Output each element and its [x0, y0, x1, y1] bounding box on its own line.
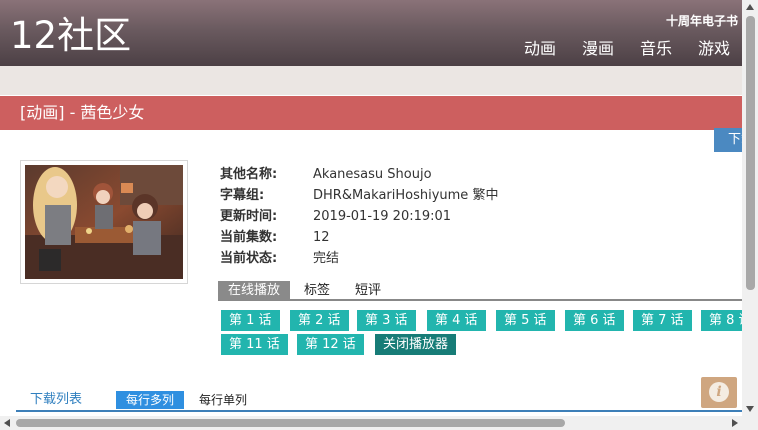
vertical-scrollbar-thumb[interactable] — [746, 16, 755, 290]
content-tabs: 在线播放 标签 短评 — [218, 281, 742, 301]
episode-button-7[interactable]: 第 7 话 — [633, 310, 692, 331]
site-logo[interactable]: 12社区 — [10, 14, 131, 58]
scroll-down-arrow-icon[interactable] — [745, 405, 755, 413]
scrollbar-corner — [742, 416, 758, 430]
nav-item-anime[interactable]: 动画 — [524, 38, 556, 60]
episode-button-2[interactable]: 第 2 话 — [290, 310, 349, 331]
tab-online-play[interactable]: 在线播放 — [218, 281, 291, 300]
episode-button-12[interactable]: 第 12 话 — [297, 334, 364, 355]
episode-button-8[interactable]: 第 8 话 — [701, 310, 742, 331]
info-value: Akanesasu Shoujo — [313, 167, 432, 182]
info-label: 当前状态: — [220, 251, 278, 266]
page-title: [动画] - 茜色少女 — [20, 103, 145, 122]
download-tab[interactable]: 下载 — [714, 128, 742, 152]
nav-item-music[interactable]: 音乐 — [640, 38, 672, 60]
info-label: 字幕组: — [220, 188, 265, 203]
episode-button-11[interactable]: 第 11 话 — [221, 334, 288, 355]
episode-button-5[interactable]: 第 5 话 — [496, 310, 555, 331]
episode-button-3[interactable]: 第 3 话 — [357, 310, 416, 331]
episode-button-1[interactable]: 第 1 话 — [221, 310, 280, 331]
info-label: 更新时间: — [220, 209, 278, 224]
download-list-heading: 下载列表 — [30, 392, 83, 407]
mode-multi-column-toggle[interactable]: 每行多列 — [116, 391, 185, 409]
page-title-bar: [动画] - 茜色少女 — [0, 96, 742, 130]
tab-short-reviews[interactable]: 短评 — [355, 281, 381, 300]
info-button[interactable]: i — [701, 377, 737, 408]
nav-item-games[interactable]: 游戏 — [698, 38, 730, 60]
scroll-right-arrow-icon[interactable] — [731, 418, 739, 428]
cover-illustration — [25, 165, 183, 279]
main-nav: 动画 漫画 音乐 游戏 — [498, 38, 730, 60]
info-value: 2019-01-19 20:19:01 — [313, 209, 452, 224]
info-value: 12 — [313, 230, 330, 245]
tab-tags[interactable]: 标签 — [304, 281, 330, 300]
close-player-button[interactable]: 关闭播放器 — [375, 334, 457, 355]
mode-single-column-toggle[interactable]: 每行单列 — [199, 391, 247, 409]
info-value: 完结 — [313, 251, 340, 266]
anniversary-ebook-link[interactable]: 十周年电子书 — [666, 12, 738, 29]
scroll-left-arrow-icon[interactable] — [3, 418, 11, 428]
episode-button-4[interactable]: 第 4 话 — [427, 310, 486, 331]
horizontal-scrollbar-thumb[interactable] — [16, 419, 565, 427]
page-viewport: 12社区 十周年电子书 动画 漫画 音乐 游戏 [动画] - 茜色少女 下载 — [0, 0, 742, 416]
site-header: 12社区 十周年电子书 动画 漫画 音乐 游戏 — [0, 0, 742, 66]
info-label: 当前集数: — [220, 230, 278, 245]
download-list-divider — [16, 410, 742, 412]
episode-button-6[interactable]: 第 6 话 — [565, 310, 624, 331]
header-spacer-band — [0, 66, 742, 95]
nav-item-manga[interactable]: 漫画 — [582, 38, 614, 60]
info-label: 其他名称: — [220, 167, 278, 182]
cover-image — [20, 160, 188, 284]
info-icon: i — [709, 382, 729, 402]
scroll-up-arrow-icon[interactable] — [745, 3, 755, 11]
info-value: DHR&MakariHoshiyume 繁中 — [313, 188, 499, 203]
